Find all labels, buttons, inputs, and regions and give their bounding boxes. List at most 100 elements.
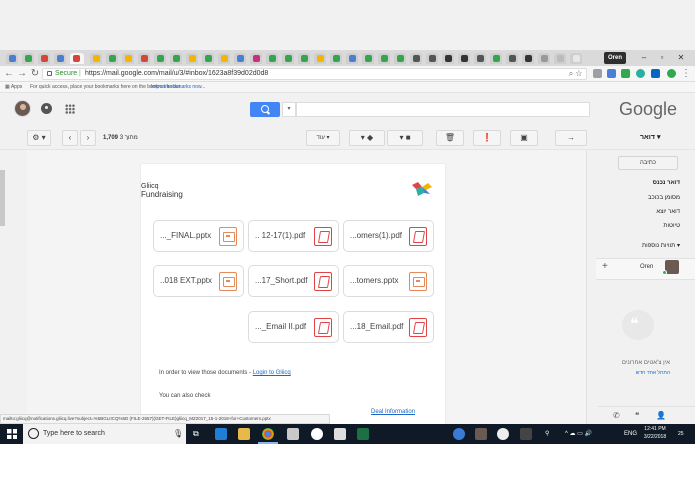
chrome-profile-badge[interactable]: Oren: [604, 52, 627, 64]
input-language[interactable]: ENG: [624, 429, 637, 439]
account-avatar[interactable]: [14, 100, 31, 117]
hangouts-icon[interactable]: ❝: [635, 407, 639, 425]
archive-button[interactable]: ▣: [510, 130, 538, 146]
deal-information-link[interactable]: Deal Information: [371, 408, 415, 417]
attachment-file-5[interactable]: ...17_Short.pdf: [248, 265, 339, 297]
show-hidden-icons[interactable]: ^ ☁ ▭ 🔊: [565, 429, 592, 439]
browser-tab[interactable]: [362, 53, 374, 64]
chrome-icon[interactable]: [262, 428, 274, 440]
extension-icon[interactable]: [593, 69, 602, 78]
browser-tab[interactable]: [442, 53, 454, 64]
back-to-inbox-button[interactable]: →: [555, 130, 587, 146]
browser-tab[interactable]: [170, 53, 182, 64]
browser-tab[interactable]: [298, 53, 310, 64]
browser-tab[interactable]: [458, 53, 470, 64]
tray-app-icon[interactable]: [497, 428, 509, 440]
tray-app-icon[interactable]: [453, 428, 465, 440]
browser-tab[interactable]: [410, 53, 422, 64]
browser-tab[interactable]: [250, 53, 262, 64]
address-bar[interactable]: Secure | https://mail.google.com/mail/u/…: [42, 68, 587, 80]
browser-tab[interactable]: [106, 53, 118, 64]
browser-tab[interactable]: [346, 53, 358, 64]
browser-tab[interactable]: [202, 53, 214, 64]
browser-tab[interactable]: [474, 53, 486, 64]
new-tab-button[interactable]: [570, 53, 582, 64]
extension-icon[interactable]: [636, 69, 645, 78]
browser-tab[interactable]: [138, 53, 150, 64]
more-button[interactable]: עוד ▾: [306, 130, 340, 146]
plus-icon[interactable]: +: [602, 261, 608, 273]
browser-tab[interactable]: [330, 53, 342, 64]
people-icon[interactable]: ⚲: [545, 429, 549, 439]
compose-button[interactable]: כתיבה: [618, 156, 678, 170]
browser-tab[interactable]: [22, 53, 34, 64]
attachment-file-3[interactable]: ...omers(1).pdf: [343, 220, 434, 252]
attachment-file-1[interactable]: ..._FINAL.pptx: [153, 220, 244, 252]
search-input[interactable]: [296, 102, 590, 117]
store-icon[interactable]: [287, 428, 299, 440]
chrome-menu-icon[interactable]: ⋮: [681, 68, 691, 80]
nav-inbox[interactable]: דואר נכנס: [653, 179, 680, 188]
edge-icon[interactable]: [215, 428, 227, 440]
browser-tab[interactable]: [186, 53, 198, 64]
back-arrow-icon[interactable]: ←: [4, 68, 14, 80]
attachment-file-4[interactable]: ..018 EXT.pptx: [153, 265, 244, 297]
browser-tab[interactable]: [218, 53, 230, 64]
browser-tab[interactable]: [54, 53, 66, 64]
file-explorer-icon[interactable]: [238, 428, 250, 440]
app-icon[interactable]: [334, 428, 346, 440]
attachment-file-6[interactable]: ...tomers.pptx: [343, 265, 434, 297]
phone-icon[interactable]: ✆: [613, 407, 620, 425]
browser-tab[interactable]: [522, 53, 534, 64]
delete-button[interactable]: 🗑: [436, 130, 464, 146]
newer-button[interactable]: ›: [80, 130, 96, 146]
browser-tab[interactable]: [490, 53, 502, 64]
reload-icon[interactable]: ↻: [30, 68, 40, 80]
app-icon[interactable]: [311, 428, 323, 440]
url-text[interactable]: https://mail.google.com/mail/u/3/#inbox/…: [85, 69, 268, 79]
browser-tab[interactable]: [426, 53, 438, 64]
attachment-file-8[interactable]: ...18_Email.pdf: [343, 311, 434, 343]
browser-tab[interactable]: [282, 53, 294, 64]
labels-button[interactable]: ▾ ◆: [349, 130, 385, 146]
browser-tab[interactable]: [506, 53, 518, 64]
browser-tab[interactable]: [394, 53, 406, 64]
search-options-dropdown[interactable]: ▾: [282, 102, 296, 117]
older-button[interactable]: ‹: [62, 130, 78, 146]
more-labels-link[interactable]: תוויות נוספות ▾: [642, 242, 680, 251]
login-link[interactable]: Login to Gliicq: [253, 370, 291, 376]
browser-tab[interactable]: [154, 53, 166, 64]
browser-tab[interactable]: [554, 53, 566, 64]
browser-tab[interactable]: [6, 53, 18, 64]
move-to-button[interactable]: ▾ ■: [387, 130, 423, 146]
report-spam-button[interactable]: ❗: [473, 130, 501, 146]
browser-tab[interactable]: [38, 53, 50, 64]
window-maximize-button[interactable]: ▫: [655, 53, 669, 63]
action-center-badge[interactable]: 25: [678, 429, 684, 439]
browser-tab[interactable]: [266, 53, 278, 64]
excel-icon[interactable]: [357, 428, 369, 440]
task-view-icon[interactable]: ⧉: [193, 428, 199, 440]
extension-icon[interactable]: [651, 69, 660, 78]
settings-button[interactable]: ⚙ ▾: [27, 130, 51, 146]
browser-tab[interactable]: [90, 53, 102, 64]
browser-tab[interactable]: [122, 53, 134, 64]
extension-icon[interactable]: [607, 69, 616, 78]
browser-tab[interactable]: [314, 53, 326, 64]
left-scroll-handle[interactable]: [0, 170, 5, 226]
browser-tab-active[interactable]: [70, 53, 84, 64]
browser-tab[interactable]: [234, 53, 246, 64]
extension-icon[interactable]: [621, 69, 630, 78]
mail-menu[interactable]: דואר ▾: [640, 133, 660, 143]
attachment-file-2[interactable]: .. 12-17(1).pdf: [248, 220, 339, 252]
windows-start-icon[interactable]: [7, 429, 17, 439]
extension-icon[interactable]: [667, 69, 676, 78]
bell-icon[interactable]: [41, 103, 52, 114]
nav-drafts[interactable]: טיוטות: [663, 222, 680, 231]
tray-app-icon[interactable]: [475, 428, 487, 440]
taskbar-clock[interactable]: 12:41 PM 3/22/2018: [638, 425, 672, 441]
import-bookmarks-link[interactable]: Import bookmarks now...: [151, 82, 205, 93]
search-button[interactable]: [250, 102, 280, 117]
nav-starred[interactable]: מסומן בכוכב: [648, 194, 680, 203]
microphone-icon[interactable]: 🎙: [173, 428, 183, 439]
